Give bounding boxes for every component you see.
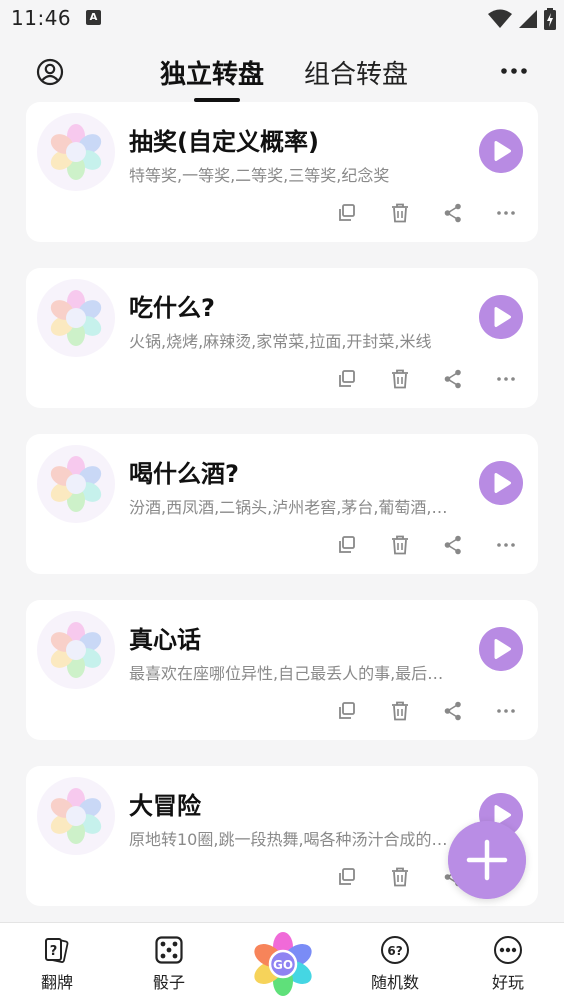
- card-title: 真心话: [129, 626, 201, 654]
- wifi-icon: [488, 9, 512, 28]
- wheel-thumbnail-icon: [37, 611, 115, 689]
- card-actions: [26, 368, 538, 392]
- card-title: 喝什么酒?: [129, 460, 239, 488]
- wheel-card-3[interactable]: 喝什么酒? 汾酒,西凤酒,二锅头,泸州老窖,茅台,葡萄酒,啤酒: [26, 434, 538, 574]
- card-flip-icon: ?: [45, 938, 69, 963]
- card-subtitle: 最喜欢在座哪位异性,自己最丢人的事,最后悔的事: [129, 664, 449, 683]
- notification-icon: A: [86, 10, 101, 25]
- wheel-card-2[interactable]: 吃什么? 火锅,烧烤,麻辣烫,家常菜,拉面,开封菜,米线: [26, 268, 538, 408]
- card-actions: [26, 202, 538, 226]
- status-icons: [488, 8, 556, 30]
- more-fun-icon: [494, 936, 522, 964]
- card-actions: [26, 534, 538, 558]
- nav-item-more-fun[interactable]: 好玩: [468, 923, 548, 1003]
- random-number-icon: 6?: [381, 936, 409, 964]
- copy-icon[interactable]: [336, 368, 358, 390]
- more-menu-icon[interactable]: [498, 60, 530, 82]
- wheel-thumbnail-icon: [37, 777, 115, 855]
- card-subtitle: 汾酒,西凤酒,二锅头,泸州老窖,茅台,葡萄酒,啤酒: [129, 498, 449, 517]
- delete-icon[interactable]: [389, 534, 411, 556]
- signal-icon: [519, 10, 537, 28]
- play-button[interactable]: [479, 461, 523, 505]
- nav-item-card-flip[interactable]: ? 翻牌: [17, 923, 97, 1003]
- nav-label: 好玩: [491, 973, 524, 992]
- battery-icon: [544, 8, 556, 30]
- play-button[interactable]: [479, 129, 523, 173]
- app-header: 独立转盘 组合转盘: [0, 40, 564, 106]
- delete-icon[interactable]: [389, 700, 411, 722]
- wheel-thumbnail-icon: [37, 113, 115, 191]
- profile-icon[interactable]: [34, 56, 66, 88]
- random-icon-text: 6?: [387, 944, 402, 958]
- delete-icon[interactable]: [389, 202, 411, 224]
- wheel-thumbnail-icon: [37, 445, 115, 523]
- card-more-icon[interactable]: [495, 700, 517, 722]
- play-button[interactable]: [479, 627, 523, 671]
- wheel-card-4[interactable]: 真心话 最喜欢在座哪位异性,自己最丢人的事,最后悔的事: [26, 600, 538, 740]
- status-time: 11:46: [11, 6, 72, 30]
- nav-label: 翻牌: [40, 973, 73, 992]
- tab-independent-wheel[interactable]: 独立转盘: [160, 54, 264, 91]
- nav-item-random-number[interactable]: 6? 随机数: [355, 923, 435, 1003]
- card-title: 抽奖(自定义概率): [129, 128, 319, 156]
- card-title: 吃什么?: [129, 294, 215, 322]
- card-subtitle: 火锅,烧烤,麻辣烫,家常菜,拉面,开封菜,米线: [129, 332, 432, 351]
- svg-text:?: ?: [50, 944, 58, 959]
- wheel-thumbnail-icon: [37, 279, 115, 357]
- share-icon[interactable]: [442, 700, 464, 722]
- copy-icon[interactable]: [336, 866, 358, 888]
- add-wheel-button[interactable]: [448, 821, 526, 899]
- copy-icon[interactable]: [336, 700, 358, 722]
- tab-combo-wheel[interactable]: 组合转盘: [304, 54, 408, 91]
- delete-icon[interactable]: [389, 866, 411, 888]
- share-icon[interactable]: [442, 368, 464, 390]
- card-actions: [26, 700, 538, 724]
- copy-icon[interactable]: [336, 202, 358, 224]
- delete-icon[interactable]: [389, 368, 411, 390]
- nav-label: 随机数: [370, 973, 419, 992]
- play-button[interactable]: [479, 295, 523, 339]
- card-more-icon[interactable]: [495, 202, 517, 224]
- nav-label: 骰子: [152, 973, 185, 992]
- go-wheel-button[interactable]: GO: [248, 929, 318, 999]
- go-label: GO: [273, 958, 293, 972]
- nav-item-dice[interactable]: 骰子: [129, 923, 209, 1003]
- copy-icon[interactable]: [336, 534, 358, 556]
- share-icon[interactable]: [442, 202, 464, 224]
- wheel-card-1[interactable]: 抽奖(自定义概率) 特等奖,一等奖,二等奖,三等奖,纪念奖: [26, 102, 538, 242]
- card-subtitle: 原地转10圈,跳一段热舞,喝各种汤汁合成的饮料: [129, 830, 449, 849]
- share-icon[interactable]: [442, 534, 464, 556]
- status-bar: 11:46 A: [0, 0, 564, 40]
- card-more-icon[interactable]: [495, 534, 517, 556]
- bottom-nav: ? 翻牌 骰子 GO 6? 随机数 好玩: [0, 922, 564, 1003]
- card-subtitle: 特等奖,一等奖,二等奖,三等奖,纪念奖: [129, 166, 390, 185]
- card-title: 大冒险: [129, 792, 201, 820]
- card-more-icon[interactable]: [495, 368, 517, 390]
- dice-icon: [155, 936, 183, 964]
